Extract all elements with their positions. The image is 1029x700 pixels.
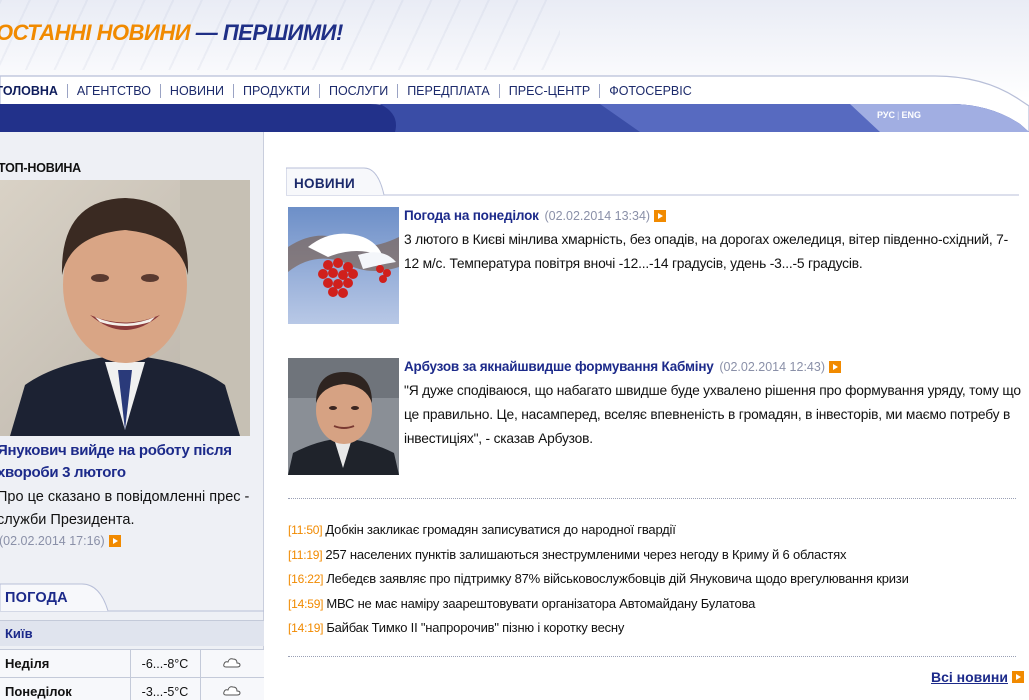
article-thumbnail-arbuzov[interactable] (288, 358, 399, 475)
lang-eng-link[interactable]: ENG (902, 110, 922, 120)
list-item[interactable]: [11:19] 257 населених пунктів залишаються… (288, 543, 1023, 568)
article-thumbnail-rowan[interactable] (288, 207, 399, 324)
list-item[interactable]: [16:22] Лебедєв заявляє про підтримку 87%… (288, 567, 1023, 592)
nav-item-subscription[interactable]: ПЕРЕДПЛАТА (398, 84, 500, 98)
news-title-link[interactable]: Лебедєв заявляє про підтримку 87% військ… (326, 571, 909, 586)
nav-item-products[interactable]: ПРОДУКТИ (234, 84, 320, 98)
weather-city-row: Київ (0, 620, 264, 646)
list-item[interactable]: [14:19] Байбак Тимко ІІ "напророчив" пізн… (288, 616, 1023, 641)
list-item[interactable]: [14:59] МВС не має наміру заарештовувати … (288, 592, 1023, 617)
news-divider (288, 656, 1016, 657)
top-news-headline-link[interactable]: Янукович вийде на роботу після хвороби 3… (0, 440, 257, 484)
slogan-part-2: ПЕРШИМИ! (222, 20, 344, 45)
slogan-part-1: ОСТАННІ НОВИНИ (0, 20, 191, 45)
lang-rus-link[interactable]: РУС (877, 110, 895, 120)
language-switcher: РУС | ENG (877, 110, 921, 120)
cloud-icon (200, 649, 264, 678)
article-title-line: Погода на понеділок (02.02.2014 13:34) (404, 207, 1022, 225)
article-text: 3 лютого в Києві мінлива хмарність, без … (404, 232, 1009, 271)
article-date: (02.02.2014 13:34) (544, 209, 651, 223)
article-title-link[interactable]: Погода на понеділок (404, 208, 539, 223)
cloud-icon (200, 677, 264, 700)
news-title-link[interactable]: Добкін закликає громадян записуватися до… (325, 522, 675, 537)
all-news-link[interactable]: Всі новини (931, 669, 1024, 685)
top-news-photo[interactable] (0, 180, 250, 436)
news-header-curve (286, 167, 1019, 196)
news-title-link[interactable]: Байбак Тимко ІІ "напророчив" пізню і кор… (326, 620, 624, 635)
nav-item-press-center[interactable]: ПРЕС-ЦЕНТР (500, 84, 601, 98)
nav-item-news[interactable]: НОВИНИ (161, 84, 235, 98)
top-news-summary: Про це сказано в повідомленні прес - слу… (0, 489, 250, 528)
weather-title: ПОГОДА (5, 590, 68, 606)
main-nav: ГОЛОВНА АГЕНТСТВО НОВИНИ ПРОДУКТИ ПОСЛУГ… (0, 80, 701, 102)
weather-row: Понеділок -3...-5°C (0, 677, 264, 700)
site-header: ОСТАННІ НОВИНИ — ПЕРШИМИ! ГОЛОВНА АГЕНТС… (0, 0, 1029, 132)
news-time: [11:19] (288, 547, 323, 562)
weather-temp: -6...-8°C (130, 649, 201, 678)
weather-temp: -3...-5°C (130, 677, 201, 700)
nav-item-home[interactable]: ГОЛОВНА (0, 84, 68, 98)
news-section-header: НОВИНИ (286, 166, 1019, 196)
latest-news-list: [11:50] Добкін закликає громадян записува… (288, 518, 1023, 641)
portrait-image (288, 358, 399, 475)
article-text: "Я дуже сподіваюся, що набагато швидше б… (404, 383, 1021, 446)
arrow-right-icon[interactable] (653, 210, 666, 223)
arrow-right-icon[interactable] (1011, 671, 1024, 683)
arrow-right-icon[interactable] (108, 535, 121, 547)
all-news-label[interactable]: Всі новини (931, 669, 1008, 685)
article-title-link[interactable]: Арбузов за якнайшвидше формування Кабмін… (404, 359, 714, 374)
news-time: [16:22] (288, 572, 324, 586)
weather-day: Неділя (0, 649, 131, 678)
rowan-berries-image (288, 207, 399, 324)
list-item[interactable]: [11:50] Добкін закликає громадян записува… (288, 518, 1023, 543)
article-title-line: Арбузов за якнайшвидше формування Кабмін… (404, 358, 1022, 376)
article-date: (02.02.2014 12:43) (719, 360, 825, 374)
lang-separator: | (896, 110, 900, 120)
news-divider (288, 498, 1016, 499)
news-title-link[interactable]: МВС не має наміру заарештовувати організ… (326, 596, 755, 611)
top-news-date: (02.02.2014 17:16) (0, 534, 105, 548)
news-title-link[interactable]: 257 населених пунктів залишаються знестр… (325, 547, 846, 562)
news-time: [14:19] (288, 621, 324, 635)
weather-day: Понеділок (0, 677, 131, 700)
news-time: [11:50] (288, 523, 323, 537)
news-section-title: НОВИНИ (294, 176, 355, 191)
left-sidebar: ТОП-НОВИНА Янукович вийде на роботу післ… (0, 132, 264, 700)
news-time: [14:59] (288, 596, 324, 611)
top-news-section-title: ТОП-НОВИНА (0, 161, 82, 175)
portrait-image (0, 180, 250, 436)
slogan-dash: — (195, 20, 218, 45)
weather-row: Неділя -6...-8°C (0, 649, 264, 678)
arrow-right-icon[interactable] (828, 361, 841, 374)
article-body: Погода на понеділок (02.02.2014 13:34) 3… (404, 207, 1022, 276)
nav-item-photo-service[interactable]: ФОТОСЕРВІС (600, 84, 701, 98)
weather-city: Київ (5, 626, 33, 641)
nav-item-services[interactable]: ПОСЛУГИ (320, 84, 399, 98)
top-news-date-row: (02.02.2014 17:16) (0, 534, 121, 548)
nav-item-agency[interactable]: АГЕНТСТВО (68, 84, 161, 98)
weather-header: ПОГОДА (0, 582, 264, 612)
site-slogan: ОСТАННІ НОВИНИ — ПЕРШИМИ! (0, 20, 343, 46)
article-body: Арбузов за якнайшвидше формування Кабмін… (404, 358, 1022, 451)
weather-forecast-table: Неділя -6...-8°C Понеділок -3...-5°C (0, 649, 264, 700)
